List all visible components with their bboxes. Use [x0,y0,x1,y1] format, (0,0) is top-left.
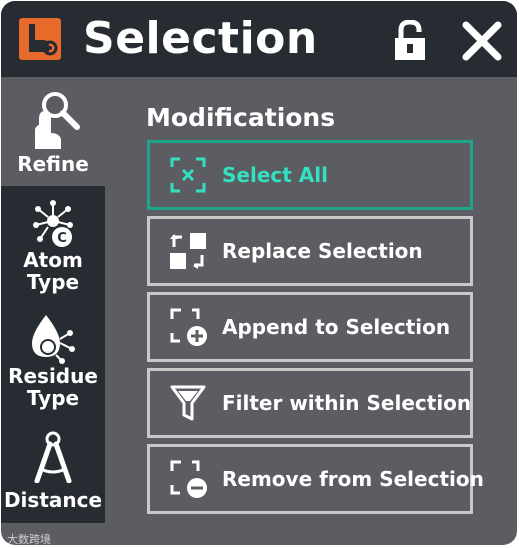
sidebar-item-residue-type[interactable]: Residue Type [1,313,105,409]
append-selection-button[interactable]: Append to Selection [147,292,473,362]
replace-selection-button[interactable]: Replace Selection [147,216,473,286]
compass-icon [34,431,72,483]
select-all-icon [170,157,206,193]
button-label: Select All [222,163,328,187]
panel-header: Selection [1,1,517,77]
button-label: Replace Selection [222,239,423,263]
sidebar-item-distance[interactable]: Distance [1,431,105,511]
sidebar-item-label: Residue Type [8,364,98,410]
sidebar-item-atom-type[interactable]: C Atom Type [1,199,105,293]
section-title: Modifications [146,103,336,132]
app-logo-icon [19,18,61,60]
filter-icon [170,385,206,421]
button-label: Remove from Selection [222,467,484,491]
remove-selection-button[interactable]: Remove from Selection [147,444,484,514]
button-label: Append to Selection [222,315,451,339]
append-selection-icon [170,308,207,346]
magnifier-finger-icon [35,92,80,149]
svg-text:C: C [57,231,67,246]
close-icon[interactable] [462,21,502,61]
sidebar-item-label: Distance [3,488,103,512]
select-all-button[interactable]: Select All [147,140,473,210]
watermark: 大数跨境 [7,533,51,545]
lock-open-icon[interactable] [393,19,427,60]
replace-selection-icon [170,233,206,269]
filter-selection-button[interactable]: Filter within Selection [147,368,473,438]
residue-drop-icon [32,315,75,364]
atom-molecule-icon: C [33,200,73,247]
sidebar-item-label: Refine [17,152,89,176]
remove-selection-icon [170,460,207,498]
sidebar-item-refine[interactable]: Refine [1,89,105,175]
sidebar-item-label: Atom Type [23,248,83,294]
button-label: Filter within Selection [222,391,472,415]
window-title: Selection [83,13,318,64]
selection-panel: Selection Refine C Atom Type Residue Typ… [1,1,517,545]
